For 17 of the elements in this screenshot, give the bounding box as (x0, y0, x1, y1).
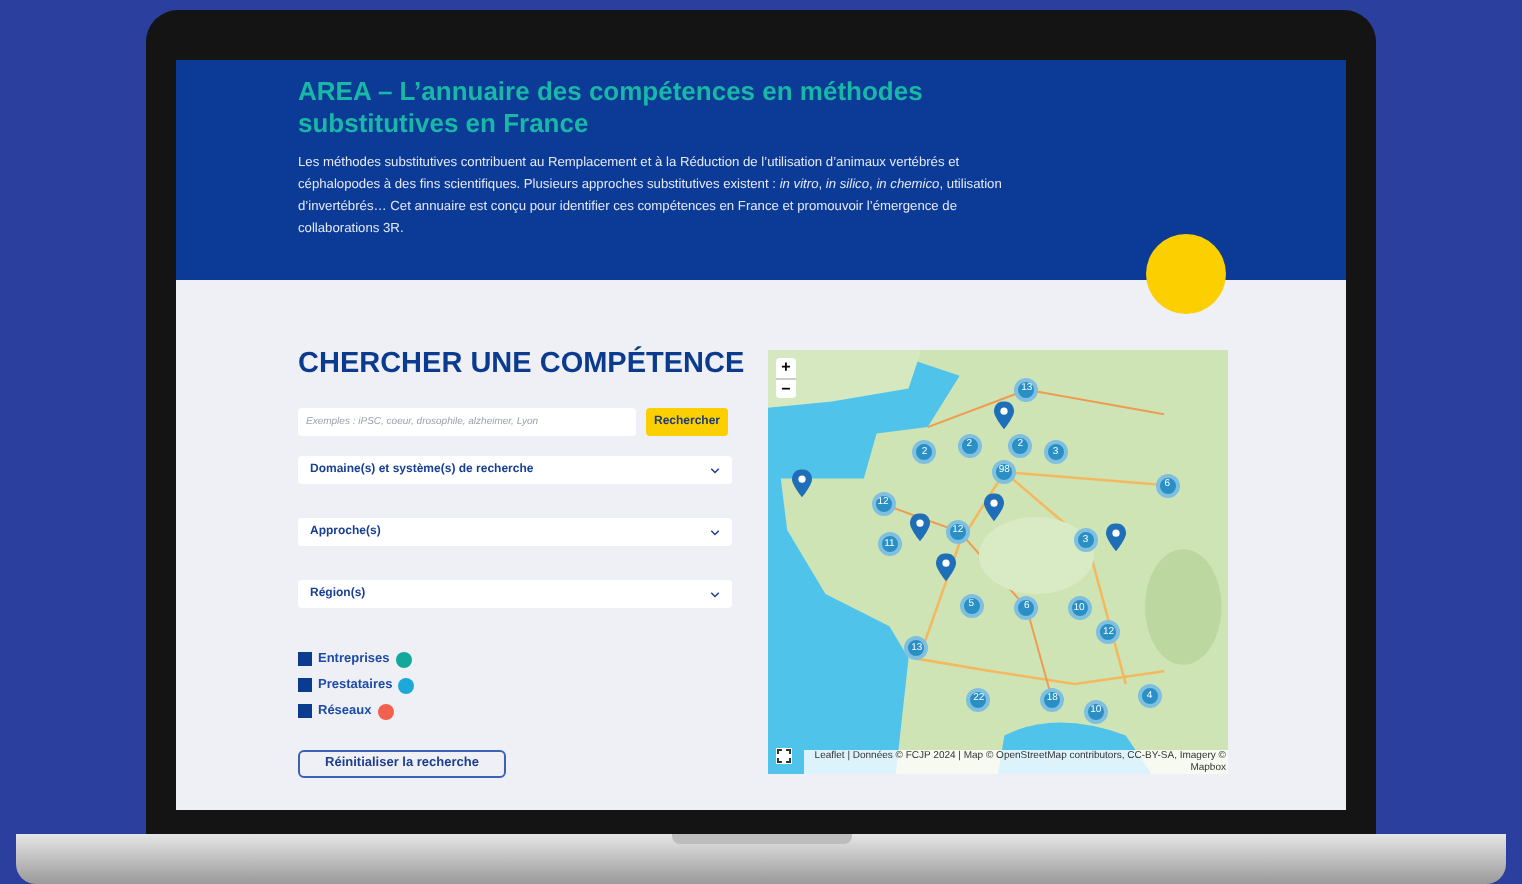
map-pin-icon[interactable] (983, 493, 1004, 522)
section-title: CHERCHER UNE COMPÉTENCE (298, 344, 745, 384)
chevron-down-icon (710, 591, 720, 597)
map-pin-icon[interactable] (791, 470, 812, 498)
zoom-out-button[interactable]: − (776, 378, 796, 398)
map-pin-icon[interactable] (1106, 524, 1127, 552)
map-pin-icon[interactable] (910, 513, 931, 542)
map-pin-icon[interactable] (936, 552, 957, 581)
zoom-in-button[interactable]: + (776, 358, 796, 378)
checkbox[interactable] (298, 704, 312, 718)
checkbox[interactable] (298, 652, 312, 666)
page-title: AREA – L’annuaire des compétences en méthodes substitutives en France (298, 76, 925, 140)
fullscreen-icon[interactable] (776, 748, 792, 764)
map-pin-icon[interactable] (994, 400, 1015, 429)
chevron-down-icon (710, 467, 720, 473)
checkbox[interactable] (298, 678, 312, 692)
chevron-down-icon (710, 529, 720, 535)
